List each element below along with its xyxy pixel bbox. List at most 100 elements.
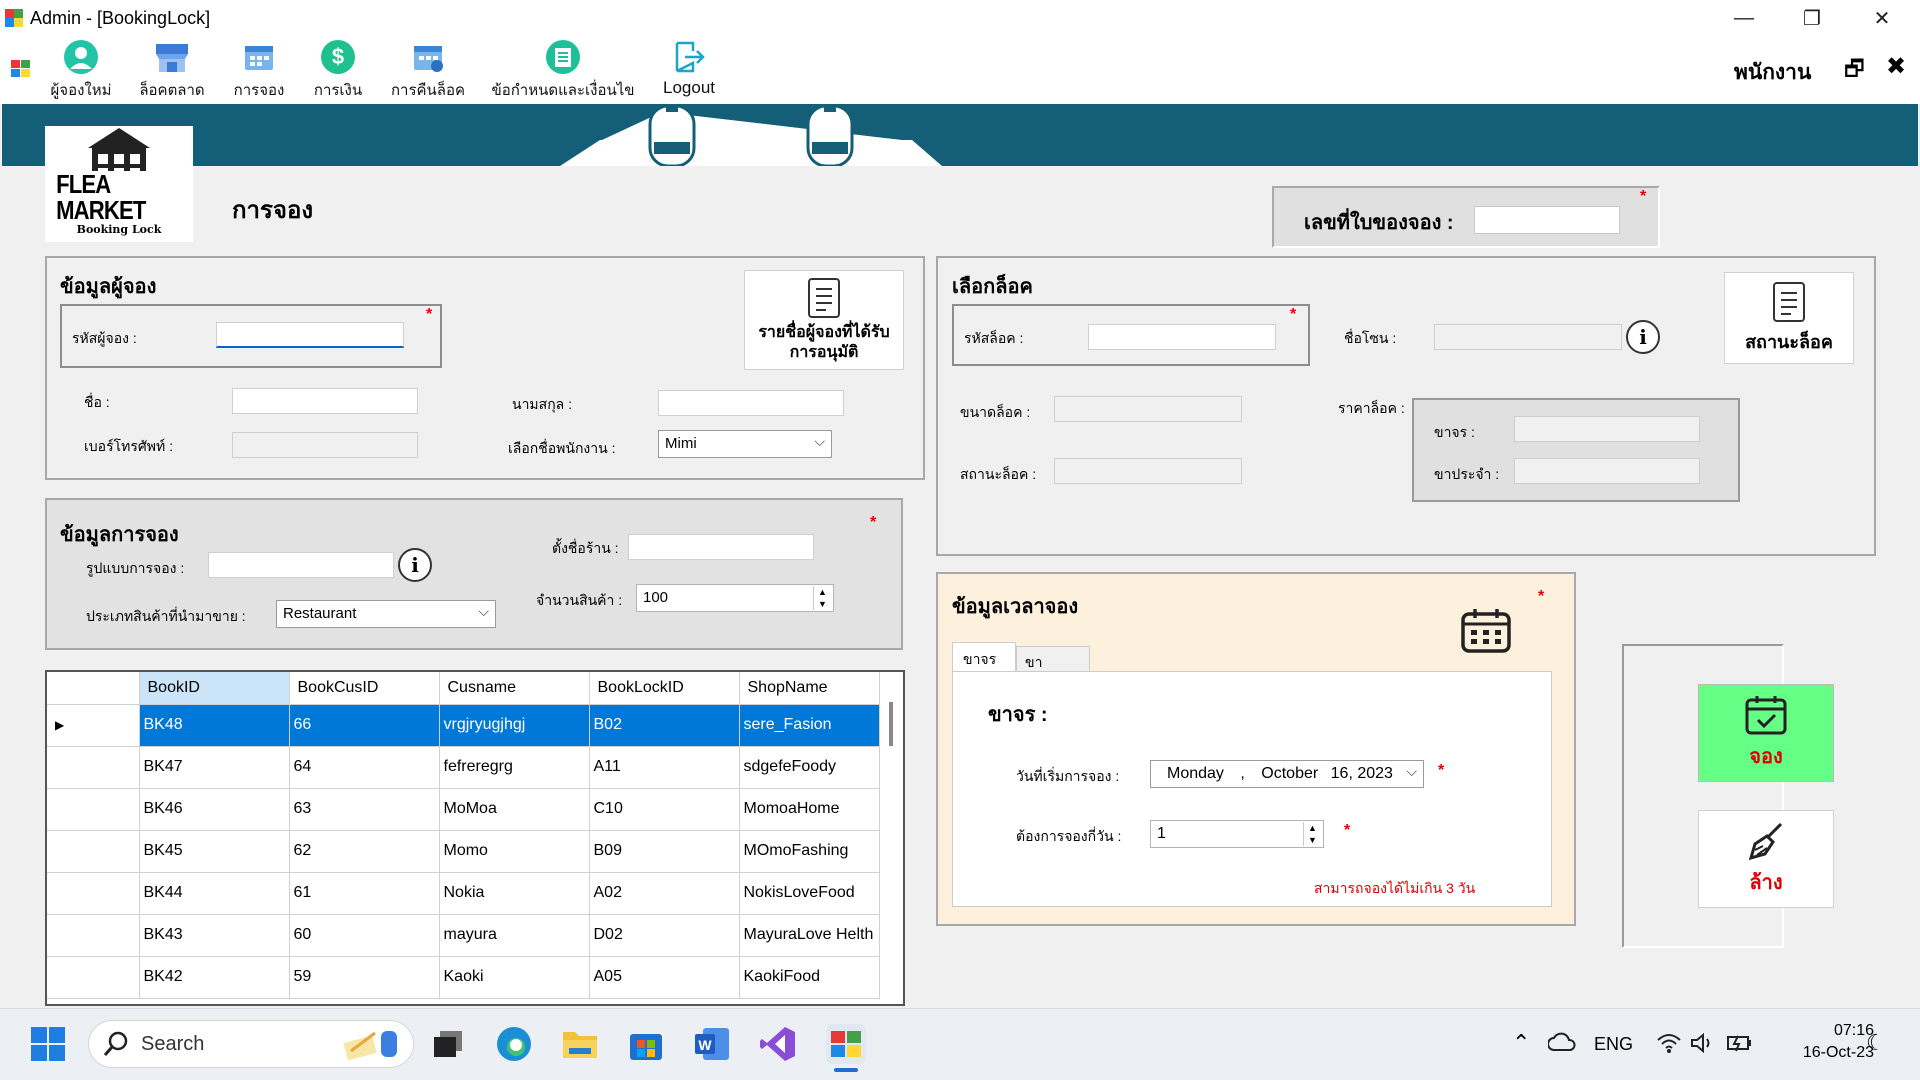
table-cell[interactable]: BK48	[139, 704, 290, 747]
visual-studio-icon[interactable]	[758, 1024, 798, 1064]
tab-regular[interactable]: ขาประจำ	[1016, 646, 1090, 692]
row-header[interactable]	[47, 914, 140, 957]
table-cell[interactable]: 63	[289, 788, 440, 831]
column-header[interactable]: BookLockID	[589, 672, 740, 705]
taskbar-search-box[interactable]: Search	[88, 1020, 414, 1068]
table-row[interactable]: BK45 62 Momo B09 MOmoFashing	[47, 830, 880, 873]
table-cell[interactable]: A05	[589, 956, 740, 999]
walkin-price-input[interactable]	[1514, 416, 1700, 442]
table-cell[interactable]: MoMoa	[439, 788, 590, 831]
spin-arrows-icon[interactable]: ▲ ▼	[813, 586, 831, 610]
menu-logout[interactable]: Logout	[656, 38, 722, 102]
row-header[interactable]	[47, 830, 140, 873]
table-cell[interactable]: Momo	[439, 830, 590, 873]
menu-finance[interactable]: $ การเงิน	[308, 38, 368, 102]
table-row[interactable]: BK42 59 Kaoki A05 KaokiFood	[47, 956, 880, 999]
menu-booking[interactable]: การจอง	[226, 38, 292, 102]
booking-type-input[interactable]	[208, 552, 394, 578]
clock-time[interactable]: 07:16	[1812, 1022, 1874, 1040]
table-row[interactable]: ▶ BK48 66 vrgjryugjhgj B02 sere_Fasion	[47, 704, 880, 747]
table-row[interactable]: BK47 64 fefreregrg A11 sdgefeFoody	[47, 746, 880, 789]
table-cell[interactable]: 61	[289, 872, 440, 915]
table-cell[interactable]: BK46	[139, 788, 290, 831]
clear-button[interactable]: ล้าง	[1698, 810, 1834, 908]
table-cell[interactable]: mayura	[439, 914, 590, 957]
file-explorer-icon[interactable]	[560, 1024, 600, 1064]
table-cell[interactable]: fefreregrg	[439, 746, 590, 789]
table-cell[interactable]: 59	[289, 956, 440, 999]
days-stepper[interactable]: 1 ▲ ▼	[1150, 820, 1324, 848]
approved-customers-button[interactable]: รายชื่อผู้จองที่ได้รับการอนุมัติ	[744, 270, 904, 370]
tab-walkin[interactable]: ขาจร	[952, 642, 1016, 672]
column-header[interactable]: Cusname	[439, 672, 590, 705]
row-header[interactable]: ▶	[47, 704, 140, 747]
surname-input[interactable]	[658, 390, 844, 416]
table-cell[interactable]: BK44	[139, 872, 290, 915]
close-button[interactable]: ✕	[1848, 0, 1916, 36]
table-cell[interactable]: sdgefeFoody	[739, 746, 880, 789]
table-cell[interactable]: A02	[589, 872, 740, 915]
table-cell[interactable]: D02	[589, 914, 740, 957]
table-cell[interactable]: KaokiFood	[739, 956, 880, 999]
mdi-close-button[interactable]: ✖	[1886, 52, 1906, 81]
lock-state-input[interactable]	[1054, 458, 1242, 484]
table-cell[interactable]: 66	[289, 704, 440, 747]
shop-name-input[interactable]	[628, 534, 814, 560]
column-header[interactable]: BookID	[139, 672, 290, 705]
info-icon[interactable]: i	[398, 548, 432, 582]
product-category-select[interactable]: Restaurant ⌵	[276, 600, 496, 628]
spin-arrows-icon[interactable]: ▲ ▼	[1303, 822, 1321, 846]
chevron-up-icon[interactable]: ⌃	[1512, 1030, 1530, 1056]
table-row[interactable]: BK44 61 Nokia A02 NokisLoveFood	[47, 872, 880, 915]
table-cell[interactable]: MayuraLove Helth	[739, 914, 880, 957]
table-cell[interactable]: A11	[589, 746, 740, 789]
mdi-restore-button[interactable]: 🗗	[1844, 52, 1865, 90]
product-qty-stepper[interactable]: 100 ▲ ▼	[636, 584, 834, 612]
notification-moon-icon[interactable]: ☾	[1866, 1030, 1886, 1056]
clock-date[interactable]: 16-Oct-23	[1772, 1044, 1874, 1062]
language-indicator[interactable]: ENG	[1594, 1034, 1633, 1055]
table-cell[interactable]: sere_Fasion	[739, 704, 880, 747]
grid-scrollbar-thumb[interactable]	[889, 702, 893, 746]
regular-price-input[interactable]	[1514, 458, 1700, 484]
table-cell[interactable]: C10	[589, 788, 740, 831]
edge-browser-icon[interactable]	[494, 1024, 534, 1064]
table-cell[interactable]: NokisLoveFood	[739, 872, 880, 915]
menu-new-customer[interactable]: ผู้จองใหม่	[46, 38, 116, 102]
minimize-button[interactable]: —	[1710, 0, 1778, 36]
row-header[interactable]	[47, 746, 140, 789]
table-cell[interactable]: 62	[289, 830, 440, 873]
menu-terms[interactable]: ข้อกำหนดและเงื่อนไข	[490, 38, 636, 102]
table-cell[interactable]: B02	[589, 704, 740, 747]
table-cell[interactable]: BK42	[139, 956, 290, 999]
lock-id-input[interactable]	[1088, 324, 1276, 350]
table-cell[interactable]: 64	[289, 746, 440, 789]
table-cell[interactable]: B09	[589, 830, 740, 873]
table-cell[interactable]: Nokia	[439, 872, 590, 915]
table-cell[interactable]: Kaoki	[439, 956, 590, 999]
bookings-grid[interactable]: BookID BookCusID Cusname BookLockID Shop…	[45, 670, 905, 1006]
row-header[interactable]	[47, 788, 140, 831]
phone-input[interactable]	[232, 432, 418, 458]
table-cell[interactable]: BK45	[139, 830, 290, 873]
lock-status-button[interactable]: สถานะล็อค	[1724, 272, 1854, 364]
row-header[interactable]	[47, 956, 140, 999]
booking-number-input[interactable]	[1474, 206, 1620, 234]
table-row[interactable]: BK46 63 MoMoa C10 MomoaHome	[47, 788, 880, 831]
task-view-icon[interactable]	[428, 1024, 468, 1064]
table-cell[interactable]: vrgjryugjhgj	[439, 704, 590, 747]
staff-menu[interactable]: พนักงาน	[1734, 56, 1811, 89]
word-icon[interactable]: W	[692, 1024, 732, 1064]
zone-input[interactable]	[1434, 324, 1622, 350]
booking-app-taskbar-icon[interactable]	[826, 1024, 866, 1064]
volume-icon[interactable]	[1690, 1032, 1716, 1059]
table-cell[interactable]: MomoaHome	[739, 788, 880, 831]
restore-button[interactable]: ❐	[1778, 0, 1846, 36]
wifi-icon[interactable]	[1656, 1032, 1682, 1059]
battery-charging-icon[interactable]	[1726, 1032, 1754, 1059]
table-cell[interactable]: BK43	[139, 914, 290, 957]
table-cell[interactable]: 60	[289, 914, 440, 957]
name-input[interactable]	[232, 388, 418, 414]
row-header[interactable]	[47, 872, 140, 915]
column-header[interactable]: BookCusID	[289, 672, 440, 705]
